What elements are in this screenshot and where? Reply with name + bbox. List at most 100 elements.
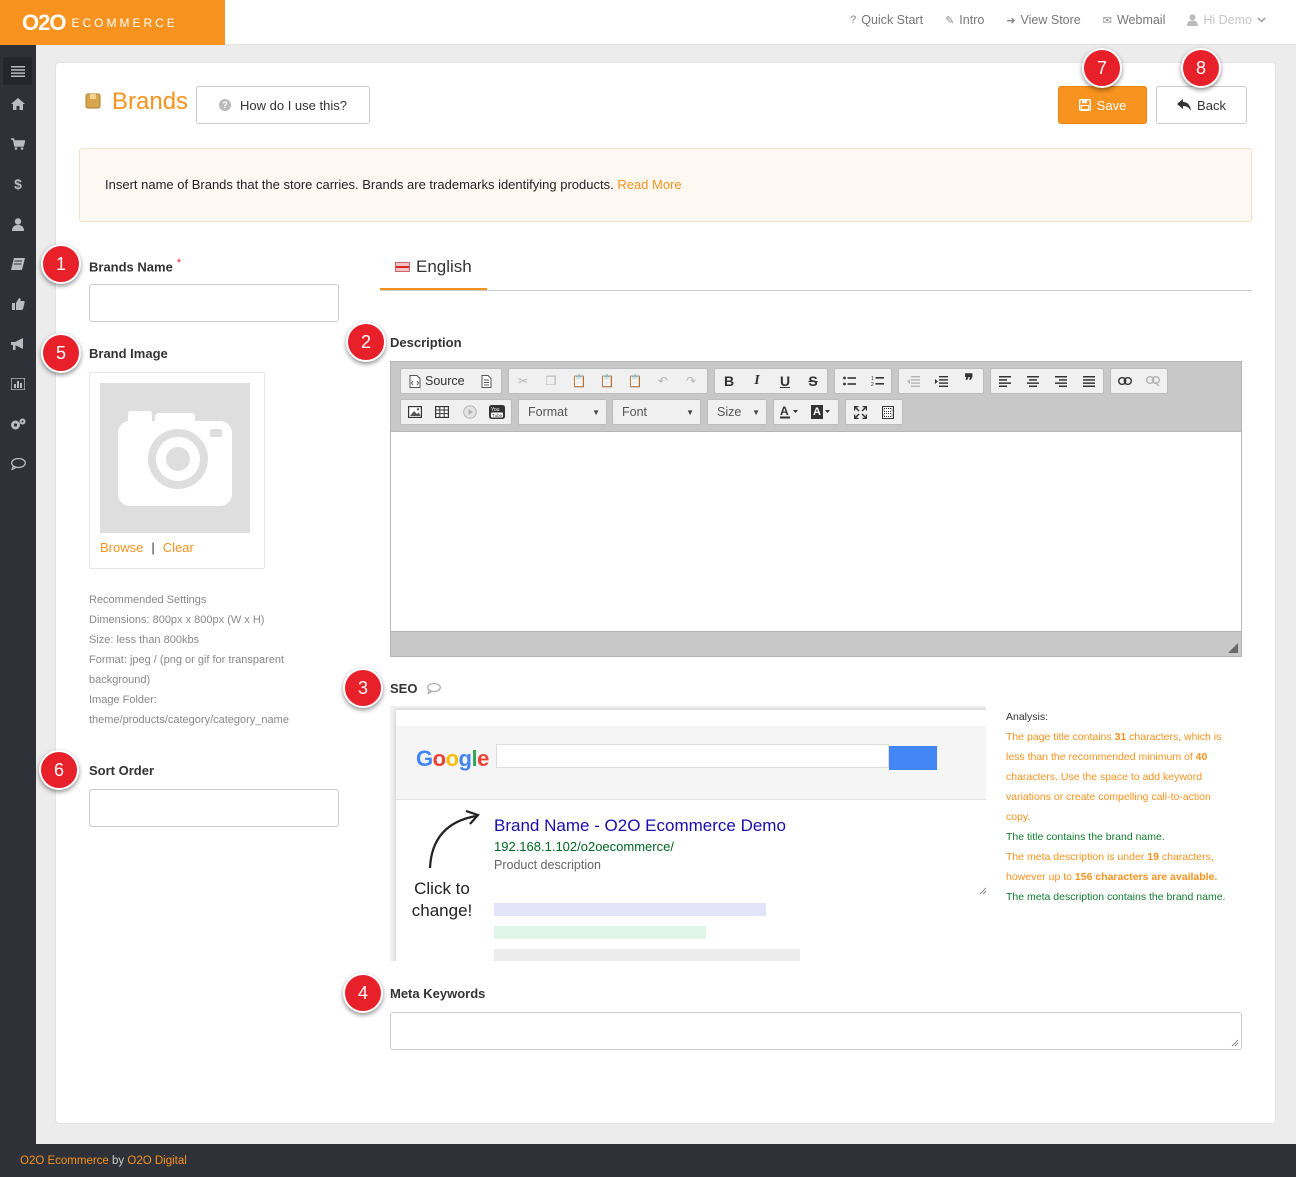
footer-company-link[interactable]: O2O Digital <box>127 1155 186 1167</box>
background-color-button[interactable]: A <box>806 400 838 424</box>
top-bar: O2O ECOMMERCE ? Quick Start ✎ Intro ➜ View … <box>0 0 1296 45</box>
text-color-button[interactable]: A <box>774 400 806 424</box>
strike-button[interactable]: S <box>799 369 827 393</box>
bullhorn-icon <box>11 338 23 350</box>
image-button[interactable] <box>401 400 429 424</box>
intro-link[interactable]: ✎ Intro <box>945 13 984 27</box>
webmail-link[interactable]: ✉ Webmail <box>1103 13 1166 27</box>
view-store-label: View Store <box>1020 13 1081 27</box>
svg-text:2: 2 <box>871 382 874 387</box>
align-right-button[interactable] <box>1047 369 1075 393</box>
help-button[interactable]: ? How do I use this? <box>196 86 370 124</box>
info-box: Insert name of Brands that the store car… <box>79 148 1252 222</box>
outdent-button[interactable] <box>899 369 927 393</box>
google-search-bar <box>496 744 889 768</box>
reco-size: Size: less than 800kbs <box>89 634 200 646</box>
serp-title[interactable]: Brand Name - O2O Ecommerce Demo <box>494 816 786 836</box>
justify-button[interactable] <box>1075 369 1103 393</box>
align-left-button[interactable] <box>991 369 1019 393</box>
unlink-button[interactable] <box>1139 369 1167 393</box>
user-menu[interactable]: Hi Demo <box>1187 13 1266 27</box>
uk-flag-icon <box>395 261 410 272</box>
bold-button[interactable]: B <box>715 369 743 393</box>
meta-keywords-input[interactable] <box>390 1012 1242 1050</box>
sidebar-item-orders[interactable] <box>0 132 36 156</box>
paste-word-button[interactable]: 📋 <box>621 369 649 393</box>
paste-text-button[interactable]: 📋 <box>593 369 621 393</box>
sidebar-item-catalog[interactable] <box>0 252 36 276</box>
step-badge-5: 5 <box>41 333 81 373</box>
maximize-button[interactable] <box>846 400 874 424</box>
search-preview-window: Google Brand Name - O2O Ecommerce Demo 1… <box>395 709 986 961</box>
page-title: Brands <box>112 88 189 115</box>
italic-button[interactable]: I <box>743 369 771 393</box>
underline-button[interactable]: U <box>771 369 799 393</box>
link-button[interactable] <box>1111 369 1139 393</box>
info-text: Insert name of Brands that the store car… <box>105 177 614 192</box>
sort-order-input[interactable] <box>89 789 339 827</box>
tab-english[interactable]: English <box>380 245 487 291</box>
undo-button[interactable]: ↶ <box>649 369 677 393</box>
placeholder-bar <box>494 949 800 961</box>
sidebar-item-marketing[interactable] <box>0 332 36 356</box>
menu-toggle[interactable] <box>3 57 32 85</box>
comment-icon[interactable] <box>427 683 441 694</box>
sort-order-label: Sort Order <box>89 763 155 778</box>
sidebar-item-reviews[interactable] <box>0 292 36 316</box>
source-button[interactable]: Source <box>401 369 473 393</box>
sidebar-item-customers[interactable] <box>0 212 36 236</box>
size-dropdown[interactable]: Size ▼ <box>707 399 767 425</box>
sidebar-item-settings[interactable] <box>0 412 36 436</box>
back-button[interactable]: Back <box>1156 86 1247 124</box>
italic-icon: I <box>754 373 760 388</box>
bulleted-list-button[interactable] <box>835 369 863 393</box>
align-center-button[interactable] <box>1019 369 1047 393</box>
brands-name-input[interactable] <box>89 284 339 322</box>
user-icon <box>1187 14 1199 26</box>
description-editor: Source ✂ ❐ 📋 📋 📋 ↶ ↷ B I U S 12 ❞ You Tu… <box>390 361 1242 657</box>
google-search-button <box>889 746 937 770</box>
read-more-link[interactable]: Read More <box>617 177 681 192</box>
cut-button[interactable]: ✂ <box>509 369 537 393</box>
redo-button[interactable]: ↷ <box>677 369 705 393</box>
serp-url: 192.168.1.102/o2oecommerce/ <box>494 839 674 854</box>
view-store-link[interactable]: ➜ View Store <box>1006 13 1080 27</box>
preview-button[interactable] <box>473 369 501 393</box>
save-button[interactable]: Save <box>1058 86 1147 124</box>
numbered-list-button[interactable]: 12 <box>863 369 891 393</box>
toolbar-group-clipboard: ✂ ❐ 📋 📋 📋 ↶ ↷ <box>508 368 708 394</box>
format-dropdown[interactable]: Format ▼ <box>518 399 607 425</box>
sidebar-item-messages[interactable] <box>0 452 36 476</box>
show-blocks-button[interactable] <box>874 400 902 424</box>
image-placeholder[interactable] <box>100 383 250 533</box>
serp-description[interactable]: Product description <box>494 858 601 872</box>
sidebar-item-sales[interactable]: $ <box>0 172 36 196</box>
paste-button[interactable]: 📋 <box>565 369 593 393</box>
indent-button[interactable] <box>927 369 955 393</box>
resize-handle-icon[interactable] <box>1228 643 1238 653</box>
reco-folder-path: theme/products/category/category_name <box>89 714 289 726</box>
blockquote-button[interactable]: ❞ <box>955 369 983 393</box>
seo-preview[interactable]: Google Brand Name - O2O Ecommerce Demo 1… <box>390 706 986 961</box>
table-button[interactable] <box>429 400 457 424</box>
clipboard-icon: 📋 <box>571 374 587 388</box>
quick-start-link[interactable]: ? Quick Start <box>850 13 923 27</box>
sidebar-item-home[interactable] <box>0 92 36 116</box>
font-dropdown[interactable]: Font ▼ <box>612 399 701 425</box>
browse-link[interactable]: Browse <box>100 540 143 555</box>
sidebar-item-reports[interactable] <box>0 372 36 396</box>
svg-text:A: A <box>780 405 789 418</box>
sidebar: $ <box>0 45 36 1144</box>
youtube-button[interactable]: You Tube <box>484 400 512 424</box>
editor-content-area[interactable] <box>391 432 1241 632</box>
media-button[interactable] <box>456 400 484 424</box>
copy-button[interactable]: ❐ <box>537 369 565 393</box>
footer-brand-link[interactable]: O2O Ecommerce <box>20 1155 109 1167</box>
reco-dimensions: Dimensions: 800px x 800px (W x H) <box>89 614 265 626</box>
reply-arrow-icon <box>1177 99 1192 111</box>
clear-link[interactable]: Clear <box>163 540 194 555</box>
brand-logo[interactable]: O2O ECOMMERCE <box>0 0 225 45</box>
camera-icon <box>118 411 232 506</box>
placeholder-bar <box>494 926 706 939</box>
step-badge-1: 1 <box>41 244 81 284</box>
